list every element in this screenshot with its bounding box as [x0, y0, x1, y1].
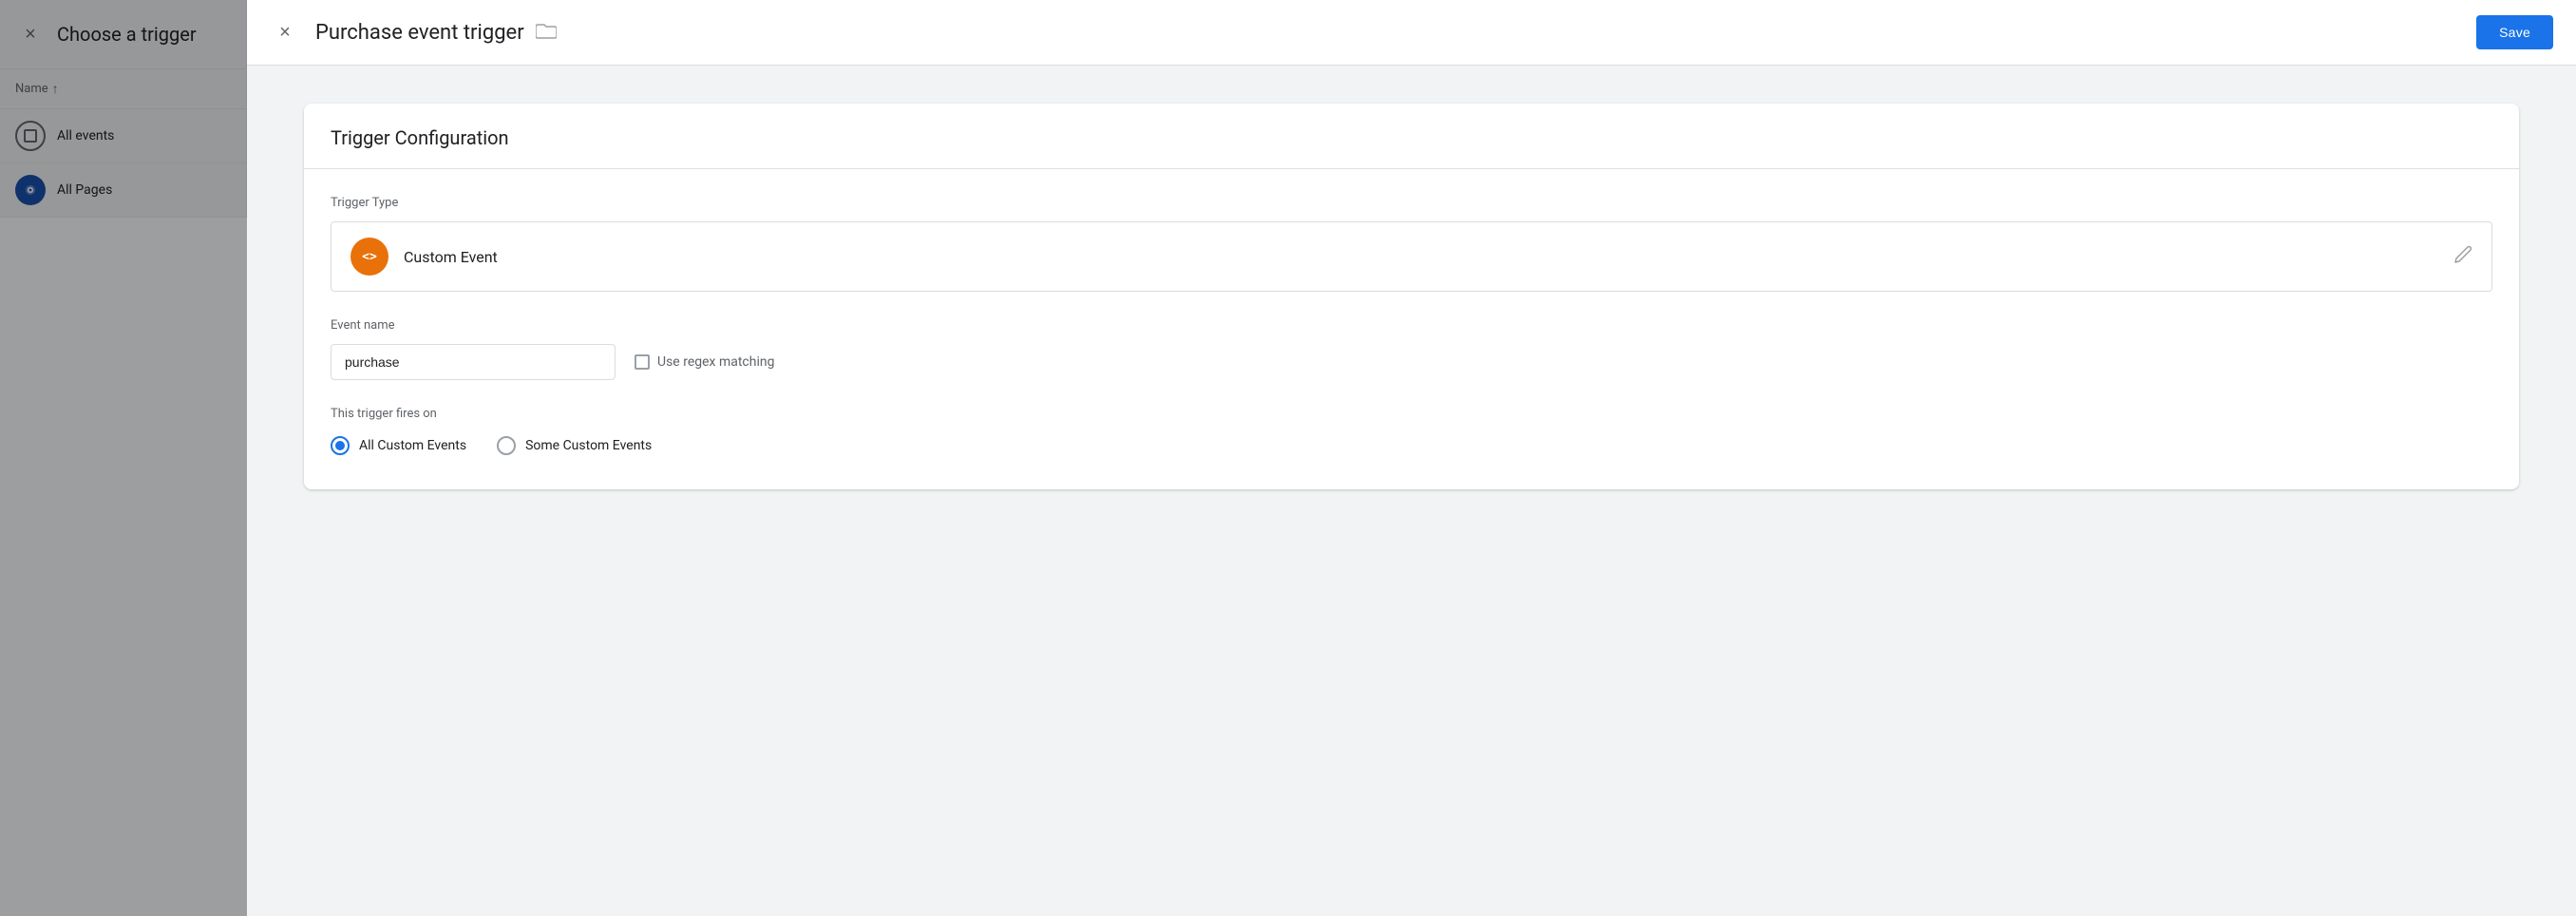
trigger-type-name: Custom Event [404, 248, 498, 266]
left-panel-close-button[interactable]: × [15, 19, 46, 49]
event-name-section: Event name Use regex matching [331, 318, 2492, 380]
trigger-type-label: Trigger Type [331, 196, 2492, 210]
card-body: Trigger Type <> Custom Event [304, 169, 2519, 489]
some-custom-events-label: Some Custom Events [525, 438, 652, 453]
event-name-label: Event name [331, 318, 2492, 333]
sort-ascending-icon: ↑ [52, 81, 59, 97]
card-title: Trigger Configuration [304, 104, 2519, 169]
all-events-label: All events [57, 128, 114, 143]
some-custom-events-option[interactable]: Some Custom Events [497, 436, 652, 455]
all-custom-events-label: All Custom Events [359, 438, 466, 453]
left-panel-title: Choose a trigger [57, 23, 197, 46]
name-column-label: Name [15, 82, 48, 96]
event-name-input[interactable] [331, 344, 616, 380]
right-panel-close-button[interactable]: × [270, 17, 300, 48]
regex-matching-checkbox[interactable] [635, 354, 650, 370]
regex-matching-label[interactable]: Use regex matching [635, 354, 774, 370]
all-pages-icon [15, 175, 46, 205]
left-panel-wrapper: × Choose a trigger Name ↑ All events [0, 0, 247, 916]
radio-group: All Custom Events Some Custom Events [331, 436, 2492, 455]
right-panel-title: Purchase event trigger [315, 21, 524, 45]
trigger-type-section: Trigger Type <> Custom Event [331, 196, 2492, 292]
trigger-type-left: <> Custom Event [350, 238, 498, 276]
regex-matching-text: Use regex matching [657, 354, 774, 370]
custom-event-icon: <> [350, 238, 388, 276]
right-panel-title-area: Purchase event trigger [315, 21, 2476, 45]
all-pages-label: All Pages [57, 182, 112, 198]
folder-icon[interactable] [536, 21, 557, 44]
name-sort-button[interactable]: Name ↑ [15, 81, 59, 97]
all-custom-events-radio[interactable] [331, 436, 350, 455]
event-name-row: Use regex matching [331, 344, 2492, 380]
fires-on-section: This trigger fires on All Custom Events … [331, 407, 2492, 455]
edit-trigger-type-icon[interactable] [2453, 245, 2472, 269]
list-item-all-pages[interactable]: All Pages [0, 163, 246, 218]
some-custom-events-radio[interactable] [497, 436, 516, 455]
right-header: × Purchase event trigger Save [247, 0, 2576, 66]
left-panel-header: × Choose a trigger [0, 0, 246, 69]
left-panel: × Choose a trigger Name ↑ All events [0, 0, 247, 218]
trigger-config-card: Trigger Configuration Trigger Type <> Cu… [304, 104, 2519, 489]
all-custom-events-option[interactable]: All Custom Events [331, 436, 466, 455]
trigger-type-box[interactable]: <> Custom Event [331, 221, 2492, 292]
save-button[interactable]: Save [2476, 15, 2553, 49]
list-item-all-events[interactable]: All events [0, 109, 246, 163]
fires-on-label: This trigger fires on [331, 407, 2492, 421]
card-container: Trigger Configuration Trigger Type <> Cu… [247, 66, 2576, 916]
left-panel-subheader: Name ↑ [0, 69, 246, 109]
right-panel: × Purchase event trigger Save Trigger Co… [247, 0, 2576, 916]
all-events-icon [15, 121, 46, 151]
